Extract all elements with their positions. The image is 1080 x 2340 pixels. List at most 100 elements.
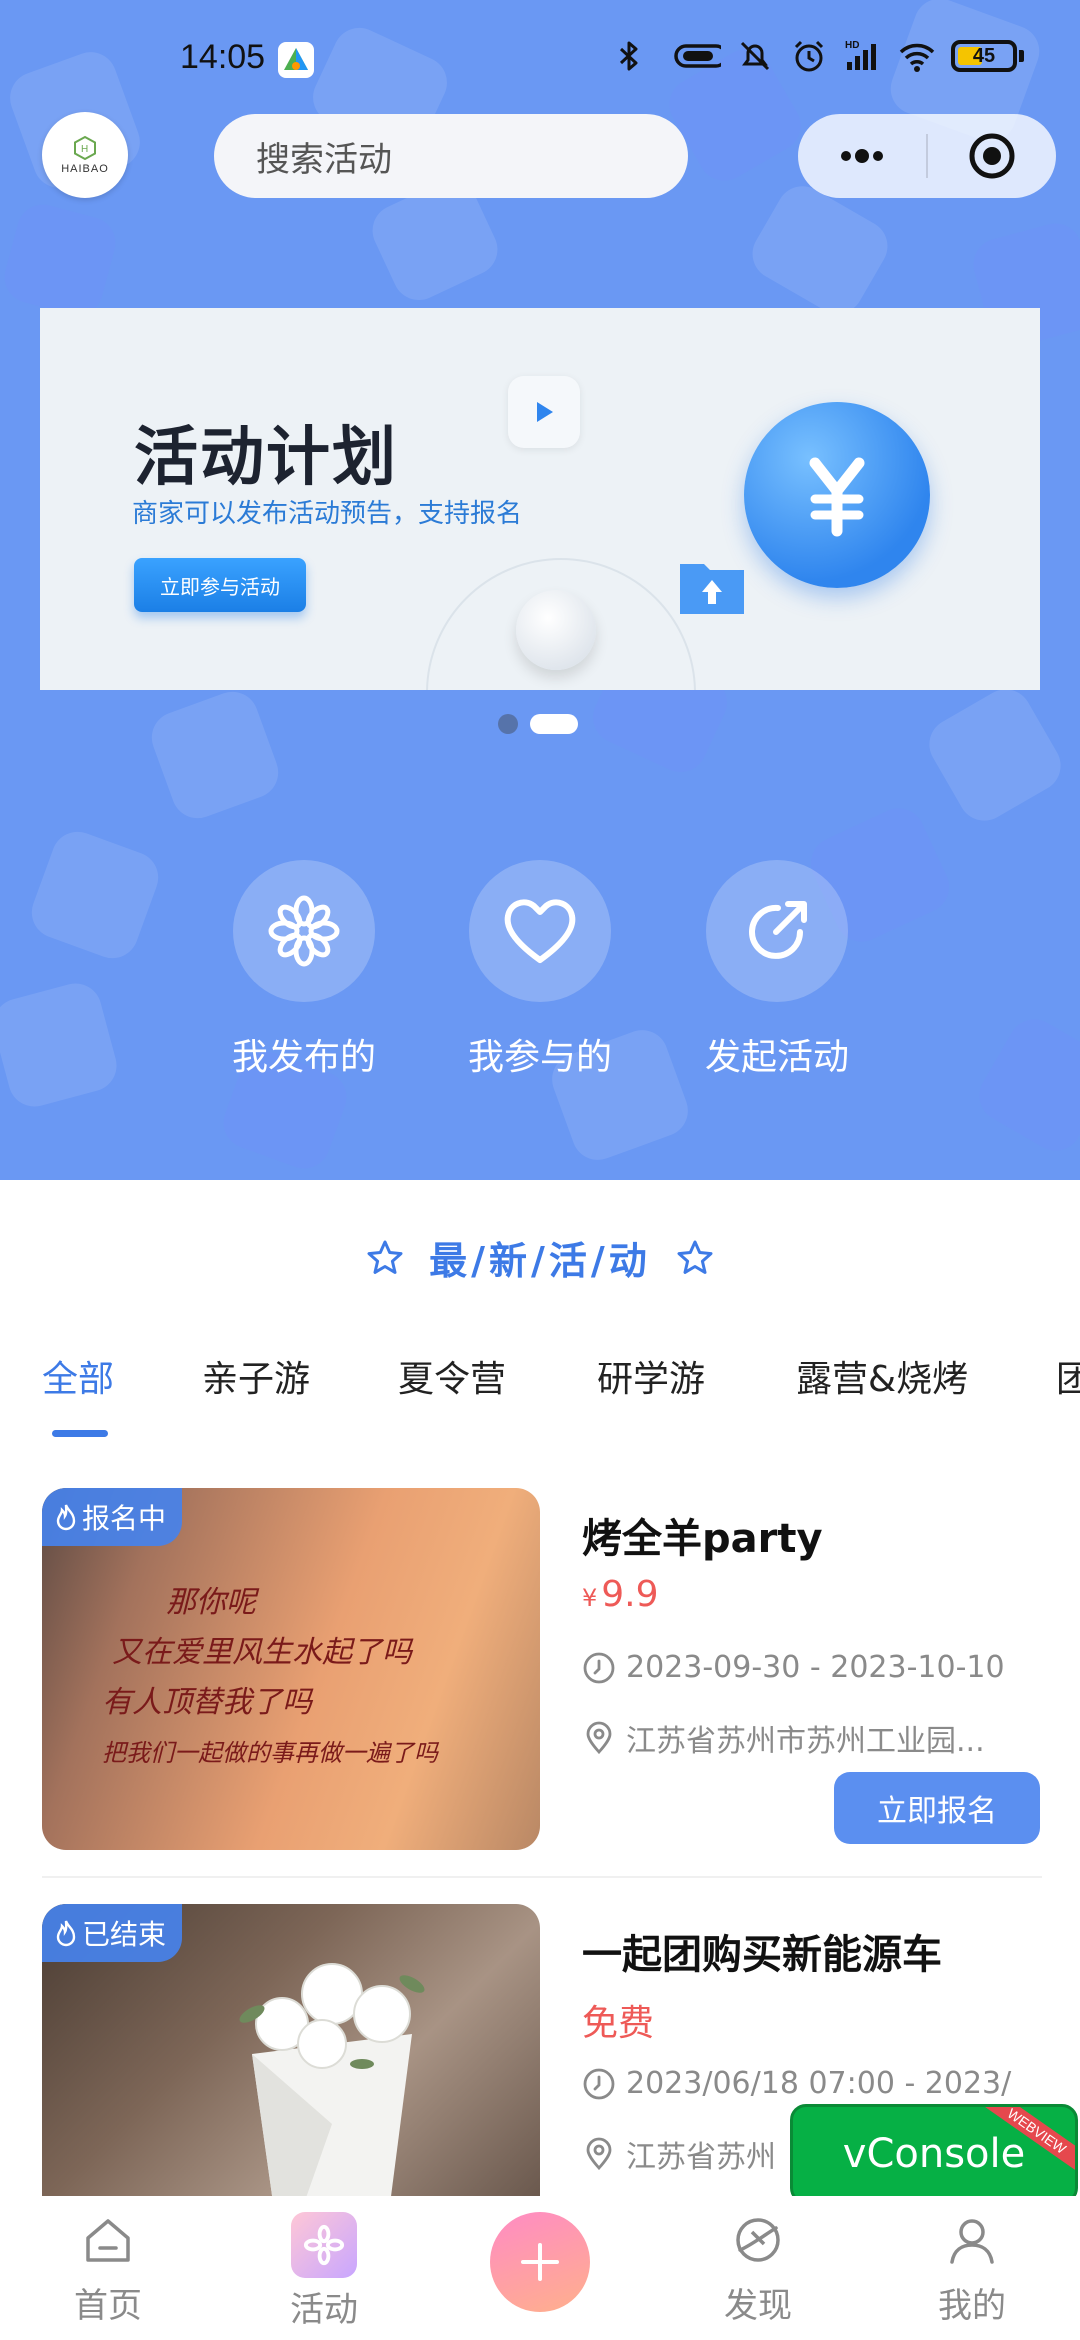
activity-image: 那你呢 又在爱里风生水起了吗 有人顶替我了吗 把我们一起做的事再做一遍了吗 报名… xyxy=(42,1488,540,1850)
background-pattern-tile xyxy=(144,684,286,826)
activity-title[interactable]: 烤全羊party xyxy=(582,1506,823,1564)
logo-hex-icon: H xyxy=(74,135,96,161)
handwriting-line: 又在爱里风生水起了吗 xyxy=(112,1635,412,1670)
quick-action-my-published[interactable]: 我发布的 xyxy=(224,860,384,1080)
brand-logo[interactable]: H HAIBAO xyxy=(42,112,128,198)
background-pattern-tile xyxy=(919,679,1071,831)
nav-label: 我的 xyxy=(938,2286,1006,2326)
location-pin-icon xyxy=(586,2137,612,2171)
banner-carousel[interactable]: 活动计划 商家可以发布活动预告，支持报名 立即参与活动 xyxy=(40,308,1040,690)
activity-card[interactable]: 那你呢 又在爱里风生水起了吗 有人顶替我了吗 把我们一起做的事再做一遍了吗 报名… xyxy=(42,1488,1042,1850)
flower-bouquet-image xyxy=(239,1963,425,2204)
status-badge: 报名中 xyxy=(42,1488,183,1546)
vibrate-icon xyxy=(674,44,721,68)
handwriting-line: 有人顶替我了吗 xyxy=(102,1685,312,1720)
nav-home[interactable]: 首页 xyxy=(38,2212,178,2327)
yuan-coin-icon xyxy=(744,402,930,588)
activity-time: 2023-09-30 - 2023-10-10 xyxy=(626,1650,1005,1685)
svg-text:HD: HD xyxy=(845,40,859,51)
activity-title[interactable]: 一起团购买新能源车 xyxy=(582,1922,942,1980)
price-symbol: ¥ xyxy=(582,1584,598,1612)
handwriting-line: 那你呢 xyxy=(166,1585,256,1620)
quick-action-label: 发起活动 xyxy=(704,1037,849,1078)
activity-price: ¥9.9 xyxy=(582,1574,659,1615)
quick-action-start-activity[interactable]: 发起活动 xyxy=(697,860,857,1080)
status-badge: 已结束 xyxy=(42,1904,183,1962)
price-value: 9.9 xyxy=(601,1574,659,1615)
flame-icon xyxy=(56,1920,76,1947)
bluetooth-icon xyxy=(619,41,638,71)
background-pattern-tile xyxy=(24,824,166,966)
upload-folder-icon xyxy=(680,564,744,614)
battery-level: 45 xyxy=(972,44,996,67)
section-title: 最/新/活/动 xyxy=(0,1230,1080,1285)
heart-icon xyxy=(469,860,611,1002)
tab-family-trip[interactable]: 亲子游 xyxy=(202,1350,310,1402)
activity-time: 2023/06/18 07:00 - 2023/ xyxy=(626,2066,1012,2101)
clock-icon xyxy=(583,1652,615,1683)
activity-image: 已结束 xyxy=(42,1904,540,2204)
star-icon xyxy=(677,1240,713,1274)
background-pattern-tile xyxy=(0,198,122,322)
vconsole-label: vConsole xyxy=(842,2131,1026,2177)
battery-icon: 45 xyxy=(951,40,1024,72)
quick-action-my-joined[interactable]: 我参与的 xyxy=(460,860,620,1080)
join-activity-button[interactable]: 立即参与活动 xyxy=(134,558,306,612)
target-circle-icon xyxy=(969,133,1015,179)
handwriting-line: 把我们一起做的事再做一遍了吗 xyxy=(102,1739,438,1767)
svg-text:H: H xyxy=(81,144,88,155)
logo-text: HAIBAO xyxy=(61,163,109,175)
miniprogram-capsule xyxy=(798,114,1056,198)
background-pattern-tile xyxy=(969,1009,1080,1161)
plus-icon xyxy=(521,2243,559,2281)
header-area: 14:05 HD 45 H HAIBAO 搜索活动 活动计划 商家可以发布活动预… xyxy=(0,0,1080,1180)
status-badge-text: 已结束 xyxy=(82,1918,167,1951)
activity-location: 江苏省苏州 xyxy=(626,2140,776,2175)
status-time: 14:05 xyxy=(180,38,266,76)
signup-button[interactable]: 立即报名 xyxy=(834,1772,1040,1844)
tab-group[interactable]: 团 xyxy=(1056,1350,1080,1402)
status-icons: HD 45 xyxy=(609,36,1024,76)
nav-discover[interactable]: 发现 xyxy=(688,2212,828,2327)
category-tabs: 全部 亲子游 夏令营 研学游 露营&烧烤 团 xyxy=(0,1350,1080,1440)
tab-camping-bbq[interactable]: 露营&烧烤 xyxy=(796,1350,968,1402)
signal-icon: HD xyxy=(845,40,876,70)
carousel-indicator xyxy=(498,714,578,734)
home-icon xyxy=(86,2219,130,2262)
status-bar: 14:05 HD 45 xyxy=(0,30,1080,94)
activity-location-row: 江苏省苏州市苏州工业园... xyxy=(582,1716,985,1760)
mute-icon xyxy=(740,41,770,71)
clock-icon xyxy=(583,2068,615,2099)
star-icon xyxy=(367,1240,403,1274)
carousel-dot[interactable] xyxy=(498,714,518,734)
vconsole-button[interactable]: vConsole WEBVIEW xyxy=(790,2104,1078,2204)
nav-activity[interactable]: 活动 xyxy=(254,2212,394,2331)
close-miniprogram-button[interactable] xyxy=(928,114,1056,198)
search-input[interactable]: 搜索活动 xyxy=(214,114,688,198)
play-icon xyxy=(508,376,580,448)
search-placeholder: 搜索活动 xyxy=(256,139,392,180)
image-handwriting: 那你呢 又在爱里风生水起了吗 有人顶替我了吗 把我们一起做的事再做一遍了吗 xyxy=(102,1578,438,1778)
create-activity-button[interactable] xyxy=(490,2212,590,2312)
location-pin-icon xyxy=(586,1721,612,1755)
more-dots-icon xyxy=(841,149,883,163)
background-pattern-tile xyxy=(0,977,123,1113)
section-title-text: 最/新/活/动 xyxy=(429,1239,651,1283)
card-divider xyxy=(42,1876,1042,1878)
flower-icon xyxy=(233,860,375,1002)
tab-study-tour[interactable]: 研学游 xyxy=(597,1350,705,1402)
carousel-dot-active[interactable] xyxy=(530,714,578,734)
tab-all[interactable]: 全部 xyxy=(42,1350,114,1402)
nav-profile[interactable]: 我的 xyxy=(902,2212,1042,2327)
banner-title: 活动计划 xyxy=(134,421,398,495)
nav-label: 活动 xyxy=(290,2290,358,2330)
activity-icon xyxy=(291,2212,357,2278)
more-button[interactable] xyxy=(798,114,926,198)
wifi-icon xyxy=(899,43,935,72)
banner-sphere-decoration xyxy=(516,590,596,670)
tab-summer-camp[interactable]: 夏令营 xyxy=(398,1350,506,1402)
share-icon xyxy=(706,860,848,1002)
nav-label: 首页 xyxy=(74,2286,142,2326)
profile-icon xyxy=(950,2219,994,2264)
nav-label: 发现 xyxy=(724,2286,792,2326)
